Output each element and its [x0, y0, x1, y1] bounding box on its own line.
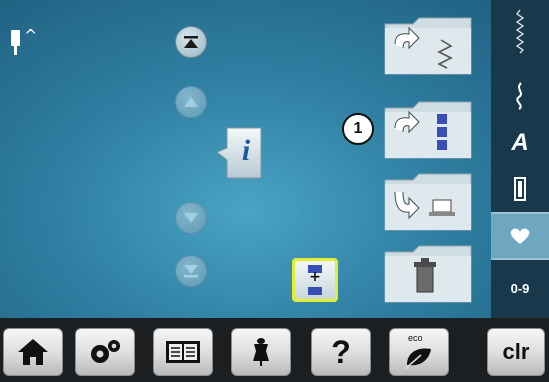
memory-folder-button[interactable]	[383, 170, 473, 232]
info-label: i	[241, 134, 251, 167]
sidebar-divider	[491, 258, 549, 260]
decorative-stitch-icon	[516, 82, 522, 110]
needle-up-indicator: ^	[24, 26, 38, 45]
setup-gears-icon	[91, 340, 120, 363]
delete-button[interactable]	[383, 242, 473, 304]
setup-button[interactable]	[75, 328, 135, 376]
scroll-up-button[interactable]	[175, 86, 207, 118]
practical-stitches-button[interactable]	[491, 0, 549, 62]
clear-label: clr	[502, 339, 530, 364]
numbers-button[interactable]: 0-9	[491, 266, 549, 310]
help-label: ?	[331, 333, 351, 370]
tutorial-book-icon	[166, 341, 200, 363]
decorative-stitches-button[interactable]	[491, 72, 549, 120]
jump-to-top-icon	[184, 36, 198, 48]
home-button[interactable]	[3, 328, 63, 376]
stitch-folder-button[interactable]	[383, 14, 473, 76]
scroll-down-button[interactable]	[175, 202, 207, 234]
alphabets-label: A	[511, 129, 529, 156]
sewing-advisor-button[interactable]	[231, 328, 291, 376]
combination-list-icon	[384, 101, 472, 159]
eco-leaf-icon	[404, 348, 431, 370]
info-button[interactable]: i	[217, 126, 263, 180]
sewing-machine-screen: ^ i 1 + A 0-9 ? eco clr	[0, 0, 549, 382]
personal-program-button[interactable]	[491, 214, 549, 258]
add-combination-button[interactable]: +	[292, 258, 338, 302]
buttonholes-button[interactable]	[491, 168, 549, 210]
help-button[interactable]: ?	[311, 328, 371, 376]
save-to-memory-icon	[384, 173, 472, 231]
eco-button[interactable]: eco	[389, 328, 449, 376]
clear-button[interactable]: clr	[487, 328, 545, 376]
needle-position-indicator: ^	[10, 26, 50, 58]
sewing-advisor-icon	[253, 338, 269, 366]
trash-icon	[384, 245, 472, 303]
callout-marker: 1	[342, 113, 374, 145]
alphabets-button[interactable]: A	[491, 120, 549, 166]
tutorial-button[interactable]	[153, 328, 213, 376]
scroll-down-icon	[184, 213, 198, 223]
add-combination-label: +	[309, 269, 321, 285]
straight-stitch-icon	[515, 9, 525, 54]
jump-to-bottom-icon	[184, 265, 198, 278]
jump-to-bottom-button[interactable]	[175, 255, 207, 287]
scroll-up-icon	[184, 97, 198, 107]
jump-to-top-button[interactable]	[175, 26, 207, 58]
numbers-label: 0-9	[510, 280, 530, 296]
heart-icon	[510, 228, 530, 244]
zigzag-stitch-icon	[384, 17, 472, 75]
combination-folder-button[interactable]	[383, 98, 473, 160]
buttonhole-icon	[514, 177, 526, 201]
eco-label: eco	[408, 333, 423, 343]
home-icon	[18, 339, 48, 365]
